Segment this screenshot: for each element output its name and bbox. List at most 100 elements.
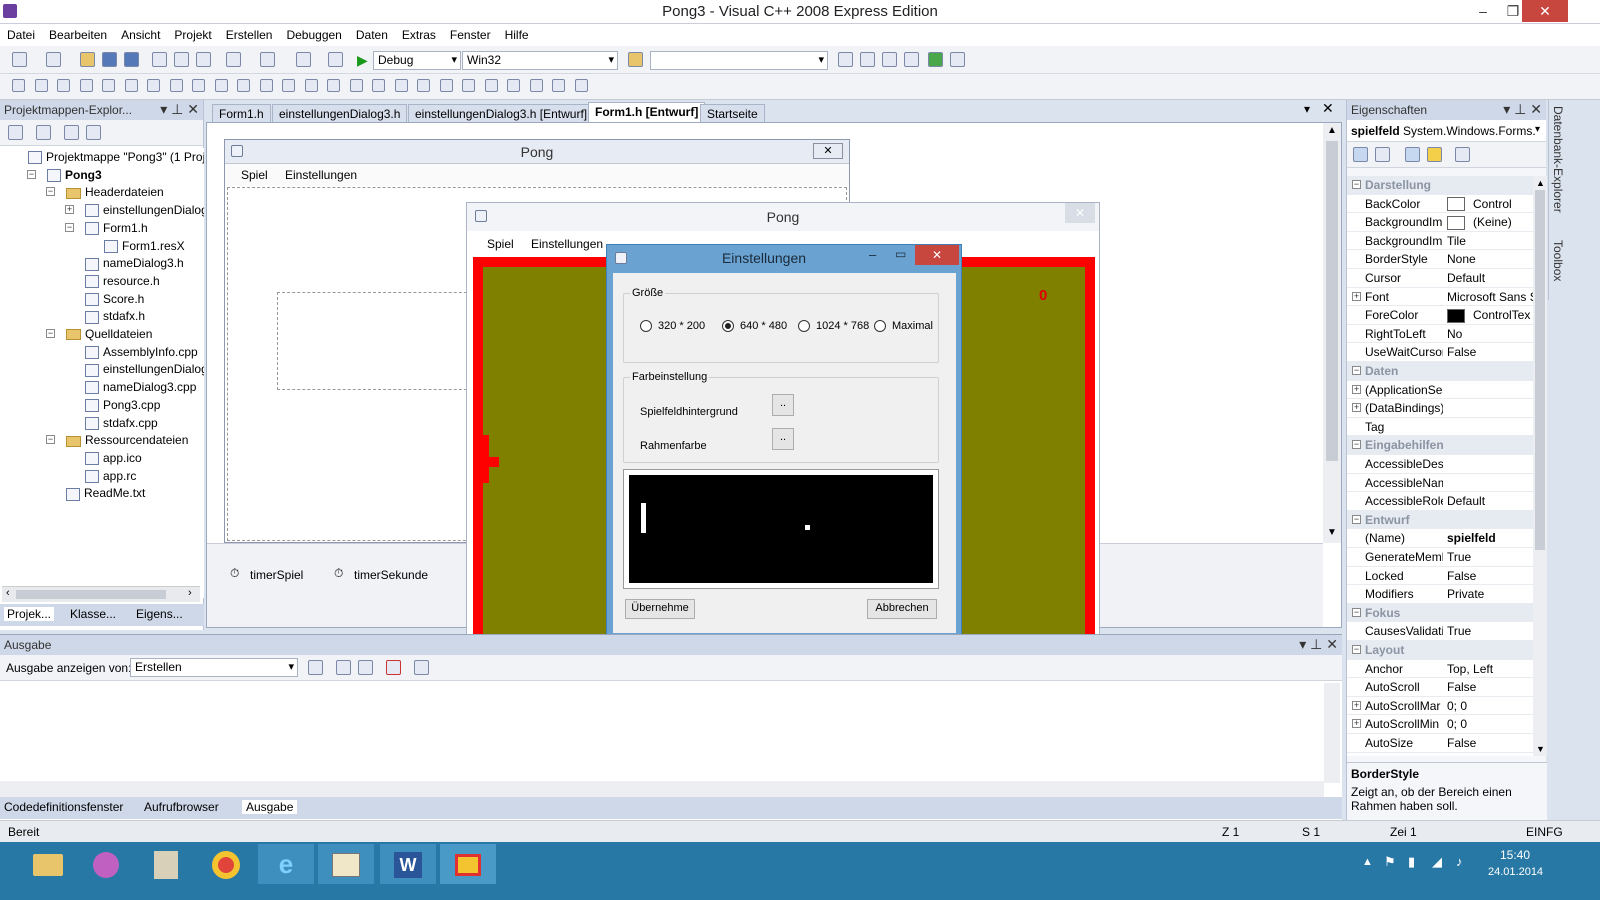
designer-vscrollbar[interactable]: ▲ ▼ bbox=[1323, 123, 1341, 543]
form-menu-spiel[interactable]: Spiel bbox=[241, 168, 268, 182]
property-value[interactable]: None bbox=[1445, 250, 1533, 268]
property-row[interactable]: BorderStyle None bbox=[1347, 250, 1533, 269]
tree-item[interactable]: Quelldateien bbox=[66, 325, 152, 343]
menu-ansicht[interactable]: Ansicht bbox=[114, 24, 167, 42]
scroll-up-icon[interactable]: ▲ bbox=[1327, 125, 1337, 136]
radio-circle-icon[interactable] bbox=[640, 320, 652, 333]
scroll-thumb[interactable] bbox=[16, 590, 166, 599]
solution-explorer-icon[interactable] bbox=[838, 52, 853, 67]
tree-item[interactable]: AssemblyInfo.cpp bbox=[85, 343, 198, 361]
tree-item[interactable]: nameDialog3.cpp bbox=[85, 378, 196, 396]
form-menu-einstellungen[interactable]: Einstellungen bbox=[285, 168, 357, 182]
layout-tool-icon[interactable] bbox=[237, 79, 250, 92]
new-project-icon[interactable] bbox=[12, 52, 27, 67]
solution-bottom-tab[interactable]: Klasse... bbox=[70, 607, 116, 621]
tree-item[interactable]: Headerdateien bbox=[66, 183, 164, 201]
dialog-maximize-button[interactable]: ▭ bbox=[895, 247, 906, 261]
property-value[interactable]: ControlTex bbox=[1445, 306, 1533, 324]
property-value[interactable]: Tile bbox=[1445, 232, 1533, 250]
tree-item[interactable]: Pong3 bbox=[47, 166, 102, 184]
radio-circle-icon[interactable] bbox=[798, 320, 810, 333]
layout-tool-icon[interactable] bbox=[147, 79, 160, 92]
find-in-files-icon[interactable] bbox=[628, 52, 643, 67]
exit-icon[interactable] bbox=[928, 52, 943, 67]
class-view-icon[interactable] bbox=[86, 125, 101, 140]
clock-time[interactable]: 15:40 bbox=[1500, 848, 1530, 862]
layout-tool-icon[interactable] bbox=[529, 79, 543, 92]
volume-icon[interactable]: ♪ bbox=[1456, 854, 1463, 869]
navigate-back-icon[interactable] bbox=[296, 52, 311, 67]
menu-extras[interactable]: Extras bbox=[395, 24, 443, 42]
layout-tool-icon[interactable] bbox=[12, 79, 25, 92]
property-row[interactable]: + AutoScrollMar 0; 0 bbox=[1347, 696, 1533, 716]
layout-tool-icon[interactable] bbox=[574, 79, 588, 92]
property-row[interactable]: Anchor Top, Left bbox=[1347, 659, 1533, 679]
radio-circle-icon[interactable] bbox=[722, 320, 734, 333]
refresh-icon[interactable] bbox=[64, 125, 79, 140]
layout-tool-icon[interactable] bbox=[552, 79, 565, 92]
dialog-close-button[interactable]: ✕ bbox=[915, 245, 959, 265]
show-all-files-icon[interactable] bbox=[36, 125, 51, 140]
property-category[interactable]: − Entwurf bbox=[1347, 510, 1533, 530]
property-value[interactable]: Default bbox=[1445, 492, 1533, 510]
property-row[interactable]: RightToLeft No bbox=[1347, 324, 1533, 344]
property-row[interactable]: BackgroundIm (Keine) bbox=[1347, 213, 1533, 232]
layout-tool-icon[interactable] bbox=[169, 79, 183, 92]
battery-icon[interactable]: ▮ bbox=[1408, 854, 1415, 870]
output-pin-icon[interactable]: ▾ ⊥ ✕ bbox=[1299, 636, 1338, 653]
tree-item[interactable]: Form1.resX bbox=[104, 237, 185, 255]
events-icon[interactable] bbox=[1427, 147, 1442, 162]
cut-icon[interactable] bbox=[152, 52, 167, 67]
playfield-color-button[interactable]: .. bbox=[772, 394, 794, 416]
property-value[interactable]: (Keine) bbox=[1445, 213, 1533, 231]
tree-expander[interactable]: − bbox=[46, 329, 55, 338]
apply-button[interactable]: Übernehme bbox=[625, 599, 695, 619]
tree-item[interactable]: Pong3.cpp bbox=[85, 396, 160, 414]
find-combo[interactable] bbox=[650, 51, 828, 70]
selected-panel-outline[interactable] bbox=[277, 292, 477, 390]
window-icon[interactable] bbox=[950, 52, 965, 67]
expand-icon[interactable]: + bbox=[1352, 291, 1361, 301]
collapse-icon[interactable]: − bbox=[1352, 440, 1361, 450]
tree-item[interactable]: app.ico bbox=[85, 449, 142, 467]
layout-tool-icon[interactable] bbox=[102, 79, 115, 92]
menu-datei[interactable]: Datei bbox=[0, 24, 42, 42]
property-row[interactable]: CausesValidatic True bbox=[1347, 622, 1533, 641]
cancel-button[interactable]: Abbrechen bbox=[867, 599, 937, 619]
side-tab-database-explorer[interactable]: Datenbank-Explorer bbox=[1551, 106, 1565, 213]
property-row[interactable]: + (DataBindings) bbox=[1347, 399, 1533, 418]
property-value[interactable]: False bbox=[1445, 734, 1533, 752]
scroll-thumb[interactable] bbox=[1326, 141, 1338, 461]
output-bottom-tab[interactable]: Codedefinitionsfenster bbox=[4, 800, 123, 814]
chrome-icon[interactable] bbox=[198, 844, 254, 884]
paste-icon[interactable] bbox=[196, 52, 211, 67]
property-row[interactable]: BackgroundIm Tile bbox=[1347, 231, 1533, 251]
property-value[interactable]: True bbox=[1445, 622, 1533, 640]
layout-tool-icon[interactable] bbox=[192, 79, 205, 92]
menu-projekt[interactable]: Projekt bbox=[167, 24, 218, 42]
property-category[interactable]: − Darstellung bbox=[1347, 176, 1533, 195]
layout-tool-icon[interactable] bbox=[507, 79, 520, 92]
config-combo[interactable]: Debug bbox=[373, 51, 461, 70]
output-bottom-tab[interactable]: Aufrufbrowser bbox=[144, 800, 219, 814]
tools-icon[interactable] bbox=[904, 52, 919, 67]
property-value[interactable]: True bbox=[1445, 548, 1533, 566]
property-row[interactable]: ForeColor ControlTex bbox=[1347, 306, 1533, 325]
property-value[interactable]: 0; 0 bbox=[1445, 697, 1533, 715]
property-row[interactable]: GenerateMeml True bbox=[1347, 548, 1533, 567]
save-icon[interactable] bbox=[102, 52, 117, 67]
collapse-icon[interactable]: − bbox=[1352, 180, 1361, 189]
tree-item[interactable]: Score.h bbox=[85, 290, 144, 308]
output-bottom-tab[interactable]: Ausgabe bbox=[242, 800, 298, 814]
doc-tab[interactable]: Form1.h bbox=[212, 104, 271, 124]
property-value[interactable]: False bbox=[1445, 343, 1533, 361]
property-value[interactable]: 0; 0 bbox=[1445, 715, 1533, 733]
menu-bearbeiten[interactable]: Bearbeiten bbox=[42, 24, 114, 42]
property-value[interactable]: Default bbox=[1445, 269, 1533, 287]
layout-tool-icon[interactable] bbox=[124, 79, 138, 92]
properties-small-icon[interactable] bbox=[8, 125, 23, 140]
output-next-icon[interactable] bbox=[358, 660, 373, 675]
menu-daten[interactable]: Daten bbox=[349, 24, 395, 42]
expand-icon[interactable]: + bbox=[1352, 700, 1361, 710]
properties-pin-icon[interactable]: ▾ ⊥ ✕ bbox=[1503, 101, 1542, 118]
